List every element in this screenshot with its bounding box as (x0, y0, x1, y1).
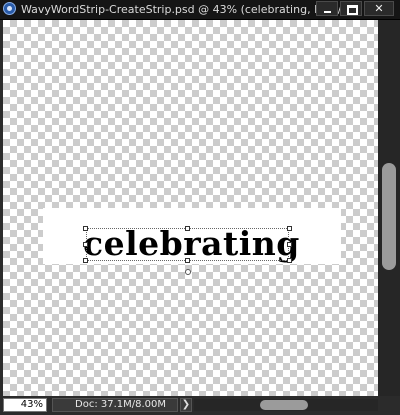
rotation-pivot-icon[interactable] (185, 269, 191, 275)
maximize-button[interactable] (340, 1, 362, 16)
horizontal-scroll-thumb[interactable] (260, 400, 308, 410)
document-size-info: Doc: 37.1M/8.00M (52, 398, 178, 412)
close-button[interactable]: ✕ (364, 1, 394, 16)
horizontal-scrollbar[interactable] (194, 399, 378, 411)
window-title: WavyWordStrip-CreateStrip.psd @ 43% (cel… (21, 3, 353, 16)
status-menu-arrow-button[interactable]: ❯ (180, 398, 192, 412)
transform-handle-bottom-left[interactable] (83, 258, 88, 263)
transform-bounding-box[interactable] (86, 228, 289, 261)
transform-handle-middle-right[interactable] (287, 242, 292, 247)
transform-handle-middle-left[interactable] (83, 242, 88, 247)
close-icon: ✕ (374, 2, 384, 15)
title-bar[interactable]: WavyWordStrip-CreateStrip.psd @ 43% (cel… (0, 0, 400, 20)
transform-handle-top-left[interactable] (83, 226, 88, 231)
zoom-level-field[interactable]: 43% (3, 398, 47, 412)
document-canvas[interactable]: celebrating (3, 20, 378, 396)
document-window: WavyWordStrip-CreateStrip.psd @ 43% (cel… (0, 0, 400, 415)
vertical-scroll-thumb[interactable] (382, 163, 396, 270)
photoshop-doc-icon (3, 2, 16, 15)
transform-handle-bottom-center[interactable] (185, 258, 190, 263)
status-bar: 43% Doc: 37.1M/8.00M ❯ (0, 396, 400, 415)
minimize-button[interactable] (316, 1, 338, 16)
transform-handle-bottom-right[interactable] (287, 258, 292, 263)
vertical-scrollbar[interactable] (378, 20, 400, 396)
transform-handle-top-center[interactable] (185, 226, 190, 231)
transform-handle-top-right[interactable] (287, 226, 292, 231)
